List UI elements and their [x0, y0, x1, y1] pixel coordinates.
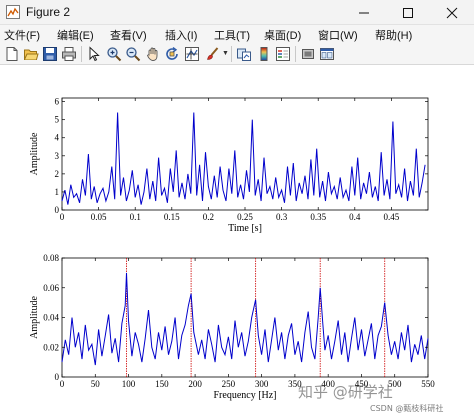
watermark-main: 知乎 @研学社 [298, 383, 393, 401]
brush-icon[interactable] [204, 46, 220, 62]
x-tick-label: 0.1 [130, 212, 141, 222]
x-tick-label: 200 [188, 379, 202, 389]
x-tick-label: 0.3 [276, 212, 288, 222]
x-tick-label: 0 [60, 212, 65, 222]
print-icon[interactable] [61, 46, 77, 62]
x-tick-label: 150 [155, 379, 169, 389]
minimize-button[interactable] [342, 0, 386, 25]
y-tick-label: 0 [55, 205, 60, 215]
y-tick-label: 0 [55, 372, 60, 382]
toolbar-separator [231, 46, 232, 62]
x-tick-label: 0 [60, 379, 65, 389]
x-tick-label: 0.35 [310, 212, 326, 222]
menu-insert[interactable]: 插入(I) [165, 27, 197, 43]
matlab-figure-icon [6, 5, 20, 19]
menu-tools[interactable]: 工具(T) [214, 27, 250, 43]
rotate-3d-icon[interactable] [164, 46, 180, 62]
menu-file[interactable]: 文件(F) [4, 27, 40, 43]
maximize-button[interactable] [386, 0, 430, 25]
data-cursor-icon[interactable] [184, 46, 200, 62]
y-tick-label: 3 [55, 151, 60, 161]
menu-bar: 文件(F) 编辑(E) 查看(V) 插入(I) 工具(T) 桌面(D) 窗口(W… [0, 25, 474, 43]
y-tick-label: 5 [55, 115, 60, 125]
y-tick-label: 0.08 [43, 253, 59, 263]
hide-plot-tools-icon[interactable] [300, 46, 316, 62]
menu-window[interactable]: 窗口(W) [318, 27, 358, 43]
minimize-icon [359, 12, 369, 13]
watermark-sub: CSDN @甄枝科研社 [370, 404, 444, 413]
x-tick-label: 550 [421, 379, 435, 389]
link-plot-icon[interactable] [236, 46, 252, 62]
close-button[interactable] [430, 0, 474, 25]
x-tick-label: 50 [91, 379, 101, 389]
x-tick-label: 0.15 [164, 212, 180, 222]
insert-legend-icon[interactable] [275, 46, 291, 62]
x-tick-label: 100 [122, 379, 136, 389]
title-bar: Figure 2 [0, 0, 474, 25]
insert-colorbar-icon[interactable] [256, 46, 272, 62]
y-tick-label: 4 [55, 133, 60, 143]
zoom-in-icon[interactable] [106, 46, 122, 62]
save-icon[interactable] [42, 46, 58, 62]
y-tick-label: 0.06 [43, 283, 59, 293]
y-tick-label: 0.02 [43, 342, 59, 352]
x-tick-label: 0.05 [91, 212, 107, 222]
plot-canvas[interactable]: 0 0.05 0.1 0.15 0.2 0.25 0.3 0.35 0.4 0.45 0 1 2 3 4 5 6… [0, 65, 474, 419]
toolbar: ▼ [0, 43, 474, 65]
zoom-out-icon[interactable] [125, 46, 141, 62]
menu-help[interactable]: 帮助(H) [375, 27, 412, 43]
x-axis-label: Time [s] [228, 223, 262, 234]
x-tick-label: 0.45 [384, 212, 400, 222]
x-tick-label: 0.4 [349, 212, 361, 222]
menu-view[interactable]: 查看(V) [110, 27, 147, 43]
plot-axes-2 [61, 257, 429, 378]
toolbar-separator [295, 46, 296, 62]
x-axis-label: Frequency [Hz] [213, 390, 276, 401]
new-figure-icon[interactable] [4, 46, 20, 62]
close-icon [446, 7, 458, 18]
brush-dropdown-icon[interactable]: ▼ [222, 50, 229, 57]
x-tick-label: 250 [222, 379, 236, 389]
pointer-icon[interactable] [86, 46, 102, 62]
toolbar-separator [81, 46, 82, 62]
window-title: Figure 2 [26, 5, 71, 19]
show-plot-tools-icon[interactable] [319, 46, 335, 62]
y-axis-label: Amplitude [29, 296, 40, 339]
x-tick-label: 300 [255, 379, 269, 389]
open-file-icon[interactable] [23, 46, 39, 62]
y-tick-label: 6 [55, 97, 60, 107]
pan-icon[interactable] [145, 46, 161, 62]
maximize-icon [403, 7, 413, 18]
y-axis-label: Amplitude [29, 132, 40, 175]
x-tick-label: 0.25 [237, 212, 253, 222]
figure-canvas[interactable]: 0 0.05 0.1 0.15 0.2 0.25 0.3 0.35 0.4 0.45 0 1 2 3 4 5 6… [0, 65, 474, 419]
menu-edit[interactable]: 编辑(E) [57, 27, 94, 43]
menu-desktop[interactable]: 桌面(D) [264, 27, 301, 43]
y-tick-label: 2 [55, 169, 60, 179]
y-tick-label: 0.04 [43, 313, 59, 323]
y-tick-label: 1 [55, 187, 60, 197]
x-tick-label: 0.2 [203, 212, 214, 222]
